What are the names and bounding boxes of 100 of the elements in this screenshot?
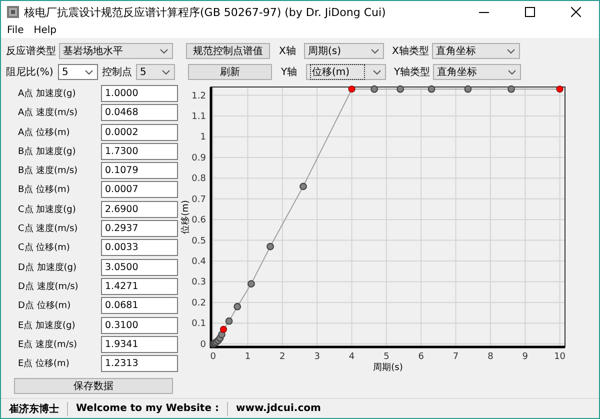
x-tick-label: 1 bbox=[244, 352, 251, 362]
x-tick-label: 10 bbox=[554, 352, 566, 362]
input-field[interactable]: 2.6900 bbox=[101, 200, 178, 218]
axis-type-label: Y轴类型 bbox=[394, 66, 430, 79]
field-label: C点 加速度(g) bbox=[17, 204, 77, 216]
input-field[interactable]: 1.2313 bbox=[101, 355, 178, 372]
field-label: E点 速度(m/s) bbox=[17, 338, 78, 351]
y-tick-label: 0.6 bbox=[192, 216, 206, 226]
field-label: A点 加速度(g) bbox=[17, 88, 77, 100]
x-tick-label: 8 bbox=[488, 352, 494, 362]
input-field[interactable]: 0.0002 bbox=[101, 124, 178, 141]
input-field[interactable]: 0.3100 bbox=[101, 316, 178, 334]
menu-item[interactable]: File bbox=[6, 24, 25, 36]
data-point bbox=[370, 85, 378, 93]
field-label: C点 位移(m) bbox=[17, 242, 71, 254]
dropdown[interactable]: 5 bbox=[58, 64, 98, 80]
control-point-button[interactable]: 规范控制点谱值 bbox=[186, 43, 270, 59]
status-text: Welcome to my Website : bbox=[75, 403, 220, 414]
data-point bbox=[225, 317, 233, 325]
status-text: www.jdcui.com bbox=[234, 403, 322, 414]
dropdown[interactable]: 5 bbox=[136, 64, 175, 80]
y-tick-label: 1 bbox=[200, 132, 206, 143]
input-field[interactable]: 0.0468 bbox=[101, 104, 178, 122]
x-tick-label: 5 bbox=[384, 352, 390, 362]
chevron-icon bbox=[506, 48, 515, 54]
app-icon bbox=[7, 6, 19, 18]
maximize-icon bbox=[525, 7, 535, 17]
axis-type-label: X轴类型 bbox=[392, 44, 429, 58]
field-label: A点 位移(m) bbox=[17, 126, 71, 139]
y-tick-label: 0.8 bbox=[192, 174, 206, 184]
chevron-icon bbox=[373, 70, 381, 74]
y-tick-label: 0.1 bbox=[192, 319, 206, 330]
chevron-icon bbox=[85, 70, 93, 74]
field-label: D点 加速度(g) bbox=[17, 262, 78, 274]
input-field[interactable]: 3.0500 bbox=[101, 258, 178, 276]
x-tick-label: 9 bbox=[522, 352, 528, 362]
field-label: D点 位移(m) bbox=[17, 300, 72, 312]
dropdown[interactable]: 位移(m) bbox=[306, 64, 386, 80]
input-field[interactable]: 1.0000 bbox=[101, 85, 178, 102]
field-label: B点 加速度(g) bbox=[17, 146, 77, 158]
chevron-icon bbox=[371, 48, 379, 54]
input-field[interactable]: 0.0033 bbox=[101, 239, 178, 256]
control-point bbox=[556, 86, 564, 93]
refresh-button[interactable]: 刷新 bbox=[188, 64, 272, 80]
input-field[interactable]: 0.2937 bbox=[101, 220, 178, 238]
y-tick-label: 1.2 bbox=[192, 91, 206, 102]
input-field[interactable]: 1.7300 bbox=[101, 142, 178, 160]
y-tick-label: 0.7 bbox=[192, 194, 206, 205]
control-point bbox=[220, 326, 227, 333]
input-field[interactable]: 1.4271 bbox=[101, 278, 178, 295]
chevron-icon bbox=[162, 70, 170, 74]
x-tick-label: 6 bbox=[418, 352, 424, 362]
save-button[interactable]: 保存数据 bbox=[14, 378, 173, 394]
control-point bbox=[348, 86, 356, 93]
input-field[interactable]: 1.9341 bbox=[101, 336, 178, 353]
input-field[interactable]: 0.0007 bbox=[101, 181, 178, 198]
data-point bbox=[300, 182, 307, 190]
field-label: E点 加速度(g) bbox=[17, 320, 76, 332]
dropdown[interactable]: 周期(s) bbox=[304, 43, 384, 59]
input-field[interactable]: 0.0681 bbox=[101, 297, 178, 314]
x-axis-title: 周期(s) bbox=[373, 363, 403, 373]
dropdown[interactable]: 直角坐标 bbox=[433, 64, 522, 80]
data-point bbox=[248, 280, 255, 288]
dropdown[interactable]: 基岩场地水平 bbox=[59, 43, 173, 59]
data-point bbox=[266, 242, 274, 250]
y-tick-label: 1.1 bbox=[192, 112, 206, 122]
field-label: A点 速度(m/s) bbox=[17, 106, 79, 120]
dropdown[interactable]: 直角坐标 bbox=[432, 43, 520, 59]
y-tick-label: 0.5 bbox=[192, 236, 206, 246]
data-point bbox=[464, 85, 472, 93]
axis-label: X轴 bbox=[279, 44, 297, 58]
window-title: 核电厂抗震设计规范反应谱计算程序(GB 50267-97) (by Dr. JiDong Cui) bbox=[24, 4, 387, 20]
field-label: 阻尼比(%) bbox=[6, 66, 54, 79]
status-text: 崔济东博士 bbox=[8, 402, 60, 416]
y-axis-title: 位移(m) bbox=[181, 200, 191, 234]
x-tick-label: 2 bbox=[280, 352, 286, 362]
x-tick-label: 7 bbox=[452, 352, 459, 362]
field-label: B点 位移(m) bbox=[17, 184, 71, 196]
field-label: D点 速度(m/s) bbox=[17, 280, 80, 293]
data-point bbox=[234, 302, 242, 310]
chevron-icon bbox=[160, 48, 168, 54]
field-label: 反应谱类型 bbox=[6, 44, 57, 58]
y-tick-label: 0.3 bbox=[192, 278, 206, 288]
axis-label: Y轴 bbox=[281, 66, 298, 79]
data-point bbox=[428, 85, 436, 93]
field-label: C点 速度(m/s) bbox=[17, 222, 79, 236]
close-icon bbox=[571, 7, 581, 17]
data-point bbox=[396, 85, 404, 93]
y-tick-label: 0.9 bbox=[192, 153, 206, 164]
x-tick-label: 4 bbox=[348, 352, 355, 362]
y-tick-label: 0 bbox=[200, 340, 206, 350]
chevron-icon bbox=[508, 70, 516, 74]
field-label: 控制点 bbox=[102, 66, 133, 79]
field-label: B点 速度(m/s) bbox=[17, 164, 79, 178]
menu-item[interactable]: Help bbox=[32, 24, 58, 36]
y-tick-label: 0.4 bbox=[192, 257, 206, 268]
y-tick-label: 0.2 bbox=[192, 298, 206, 308]
input-field[interactable]: 0.1079 bbox=[101, 162, 178, 180]
data-point bbox=[508, 85, 515, 93]
field-label: E点 位移(m) bbox=[17, 358, 70, 370]
